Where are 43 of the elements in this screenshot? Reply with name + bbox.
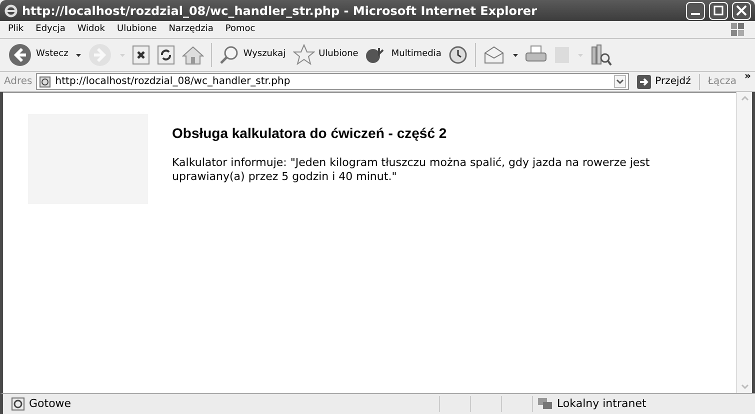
menu-item[interactable]: Narzędzia: [168, 22, 214, 36]
zone-text: Lokalny intranet: [557, 396, 648, 412]
menu-item[interactable]: Widok: [77, 22, 105, 36]
envelope-icon: [483, 45, 506, 65]
star-icon: [292, 44, 315, 66]
page-icon: [39, 76, 52, 88]
maximize-icon: [713, 5, 724, 16]
media-button[interactable]: Multimedia: [365, 42, 442, 68]
result-paragraph: Kalkulator informuje: "Jeden kilogram tłuszczu można spalić, gdy jazda na rowerze jest uprawiany(a) przez 5 godzin i 40 minut.": [172, 156, 651, 184]
menu-item[interactable]: Edycja: [36, 22, 66, 36]
maximize-button[interactable]: [709, 2, 728, 20]
arrow-right-icon: [637, 74, 652, 88]
windows-flag-icon: [729, 22, 747, 38]
address-field[interactable]: http://localhost/rozdzial_08/wc_handler_str.php: [36, 73, 630, 90]
page-heading: Obsługa kalkulatora do ćwiczeń - część 2: [172, 124, 448, 143]
home-icon: [182, 45, 204, 65]
favorites-button[interactable]: Ulubione: [292, 42, 358, 68]
minimize-button[interactable]: [686, 2, 705, 20]
menu-item[interactable]: Ulubione: [116, 22, 157, 36]
close-button[interactable]: [732, 2, 751, 20]
network-computers-icon: [537, 397, 553, 411]
back-button[interactable]: Wstecz: [8, 42, 82, 68]
dropdown-caret-icon[interactable]: [513, 54, 518, 56]
stop-icon: [132, 45, 150, 65]
refresh-icon: [157, 45, 176, 65]
minimize-icon: [691, 13, 700, 15]
dropdown-caret-icon[interactable]: [614, 75, 626, 88]
go-button[interactable]: Przejdź: [633, 74, 695, 89]
status-text: Gotowe: [29, 396, 72, 412]
menu-item[interactable]: Pomoc: [225, 22, 256, 36]
more-button[interactable]: »: [744, 72, 751, 82]
menu-item[interactable]: Plik: [8, 22, 24, 36]
dropdown-caret-icon[interactable]: [76, 54, 82, 56]
address-label: Adres: [4, 75, 32, 89]
search-button[interactable]: Wyszukaj: [219, 42, 286, 68]
browser-logo-icon: [4, 4, 18, 18]
books-magnifier-icon: [590, 44, 612, 66]
close-icon: [736, 5, 747, 16]
page-icon: [11, 397, 25, 411]
window-title: http://localhost/rozdzial_08/wc_handler_str.php - Microsoft Internet Explorer: [22, 2, 538, 20]
history-clock-icon: [448, 45, 468, 65]
research-button[interactable]: [590, 42, 612, 68]
search-icon: [219, 45, 240, 65]
